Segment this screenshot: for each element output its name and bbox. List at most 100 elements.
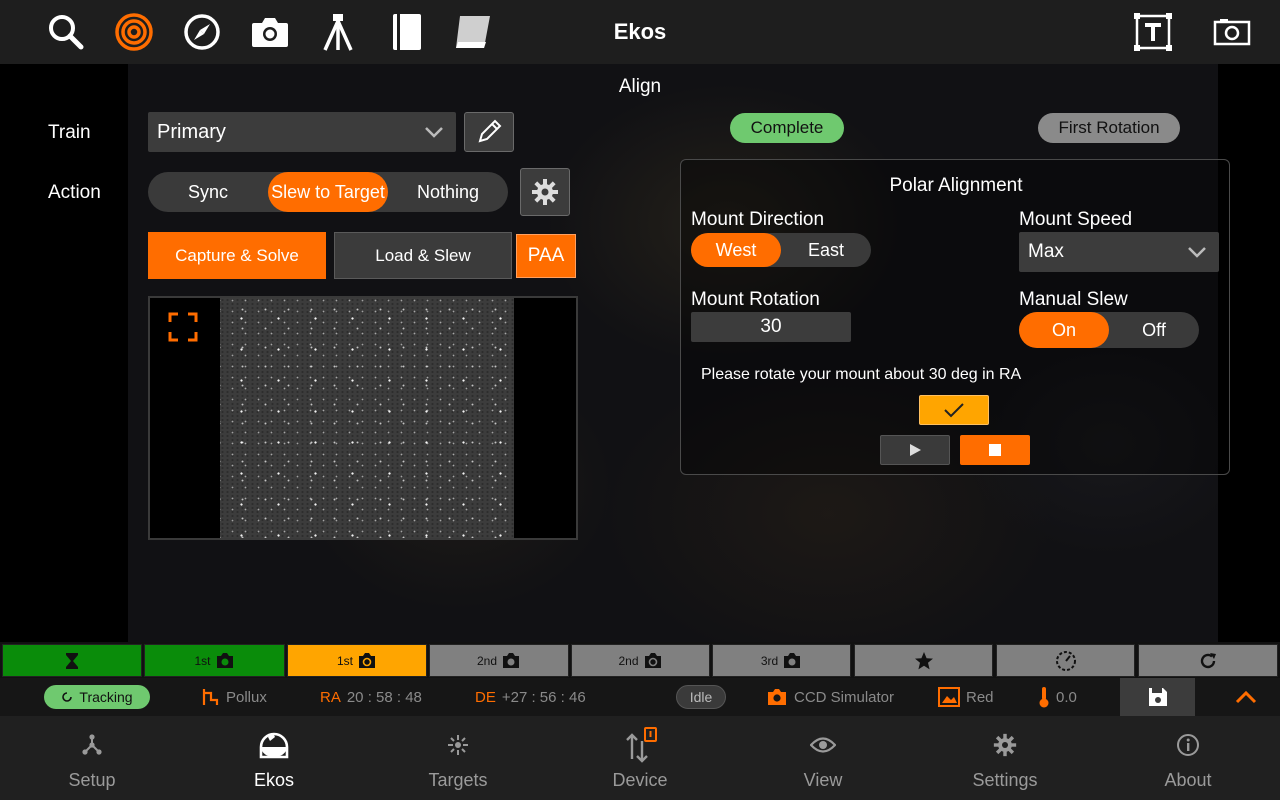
dial-icon [1055, 650, 1076, 671]
direction-west[interactable]: West [691, 233, 781, 267]
stage-label: 2nd [476, 653, 498, 668]
star-icon [914, 651, 933, 669]
nav-setup[interactable]: Setup [12, 716, 172, 800]
text-frame-icon[interactable] [1131, 10, 1175, 54]
chevron-down-icon [1188, 247, 1206, 258]
top-app-bar: Ekos [0, 0, 1280, 64]
status-bar: Tracking Pollux RA 20 : 58 : 48 DE +27 :… [0, 678, 1280, 716]
nav-settings[interactable]: Settings [925, 716, 1085, 800]
manual-slew-label: Manual Slew [1019, 289, 1128, 310]
nav-label: View [803, 770, 843, 790]
stage-first-rotation: 1st [287, 644, 427, 677]
save-button[interactable] [1120, 678, 1195, 716]
mount-direction-selector: West East [691, 233, 871, 267]
manual-slew-off[interactable]: Off [1109, 312, 1199, 348]
nav-view[interactable]: View [743, 716, 903, 800]
polar-message: Please rotate your mount about 30 deg in… [701, 366, 1022, 383]
search-icon[interactable] [44, 10, 88, 54]
targets-icon [448, 735, 468, 755]
tracking-badge: Tracking [44, 685, 150, 709]
camera-icon[interactable] [248, 10, 292, 54]
nav-label: Device [612, 770, 668, 790]
stage-second-capture: 2nd [429, 644, 569, 677]
gear-icon [532, 179, 558, 205]
mount-rotation-input[interactable]: 30 [691, 312, 851, 342]
device-icon [626, 727, 657, 763]
tracking-label: Tracking [79, 689, 133, 705]
mount-speed-label: Mount Speed [1019, 209, 1133, 230]
polar-title: Polar Alignment [889, 175, 1023, 196]
stage-label: 3rd [760, 653, 779, 668]
star-field-image [220, 298, 514, 538]
filter-name: Red [966, 688, 994, 706]
expand-status-button[interactable] [1228, 678, 1264, 716]
action-sync[interactable]: Sync [148, 172, 268, 212]
manual-slew-on[interactable]: On [1019, 312, 1109, 348]
paa-button[interactable]: PAA [516, 234, 576, 278]
status-complete-badge: Complete [730, 113, 844, 143]
flat-panel-icon[interactable] [452, 10, 496, 54]
nav-label: Ekos [253, 770, 295, 790]
stage-restart [1138, 644, 1278, 677]
compass-icon[interactable] [180, 10, 224, 54]
action-selector: Sync Slew to Target Nothing [148, 172, 508, 212]
nav-label: About [1164, 770, 1212, 790]
polar-progress-bar: 1st 1st 2nd 2nd 3rd [0, 642, 1280, 678]
de-value: +27 : 56 : 46 [501, 688, 586, 706]
start-polar-button[interactable] [880, 435, 950, 465]
mount-speed-dropdown[interactable]: Max [1019, 232, 1219, 272]
bottom-navigation: Setup Ekos Targets Device View Settings … [0, 716, 1280, 800]
stop-polar-button[interactable] [960, 435, 1030, 465]
camera-name: CCD Simulator [794, 688, 895, 706]
nav-about[interactable]: About [1108, 716, 1268, 800]
mount-direction-label: Mount Direction [691, 209, 825, 230]
target-icon[interactable] [112, 10, 156, 54]
align-settings-button[interactable] [520, 168, 570, 216]
camera-icon [784, 653, 801, 668]
action-slew-to-target[interactable]: Slew to Target [268, 172, 388, 212]
idle-badge: Idle [676, 685, 726, 709]
align-image-view[interactable] [148, 296, 578, 540]
refresh-icon [1200, 652, 1216, 668]
train-dropdown[interactable]: Primary [148, 112, 456, 152]
camera-status: CCD Simulator [766, 678, 894, 716]
setup-icon [82, 734, 102, 755]
direction-east[interactable]: East [781, 233, 871, 267]
gear-icon [993, 733, 1017, 757]
thermometer-icon [1039, 687, 1049, 708]
pencil-icon [478, 119, 502, 143]
info-icon [1177, 734, 1199, 756]
mount-speed-value: Max [1028, 241, 1064, 262]
confirm-rotation-button[interactable] [919, 395, 989, 425]
tripod-icon[interactable] [316, 10, 360, 54]
stage-first-capture: 1st [144, 644, 285, 677]
play-icon [910, 444, 921, 456]
camera-icon [216, 653, 233, 668]
target-status: Pollux [202, 678, 267, 716]
nav-device[interactable]: Device [560, 716, 720, 800]
save-icon [1148, 688, 1167, 706]
stage-first-rotation-badge: First Rotation [1038, 113, 1180, 143]
image-icon [938, 687, 960, 707]
edit-train-button[interactable] [464, 112, 514, 152]
temperature-status: 0.0 [1038, 678, 1077, 716]
action-nothing[interactable]: Nothing [388, 172, 508, 212]
nav-ekos[interactable]: Ekos [194, 716, 354, 800]
expand-icon[interactable] [168, 312, 198, 342]
temperature-value: 0.0 [1056, 688, 1077, 706]
stop-icon [989, 444, 1001, 456]
screenshot-icon[interactable] [1210, 10, 1254, 54]
polar-alignment-panel: Polar Alignment Mount Direction West Eas… [680, 159, 1230, 475]
checkmark-icon [944, 403, 964, 418]
notebook-icon[interactable] [384, 10, 428, 54]
ra-status: RA 20 : 58 : 48 [320, 678, 422, 716]
chevron-up-icon [1235, 690, 1257, 704]
manual-slew-toggle: On Off [1019, 312, 1199, 348]
spinner-icon [62, 692, 73, 702]
dome-icon [259, 732, 289, 759]
load-slew-button[interactable]: Load & Slew [334, 232, 512, 279]
capture-solve-button[interactable]: Capture & Solve [148, 232, 326, 279]
camera-icon [503, 653, 520, 668]
mount-rotation-label: Mount Rotation [691, 289, 820, 310]
nav-targets[interactable]: Targets [378, 716, 538, 800]
